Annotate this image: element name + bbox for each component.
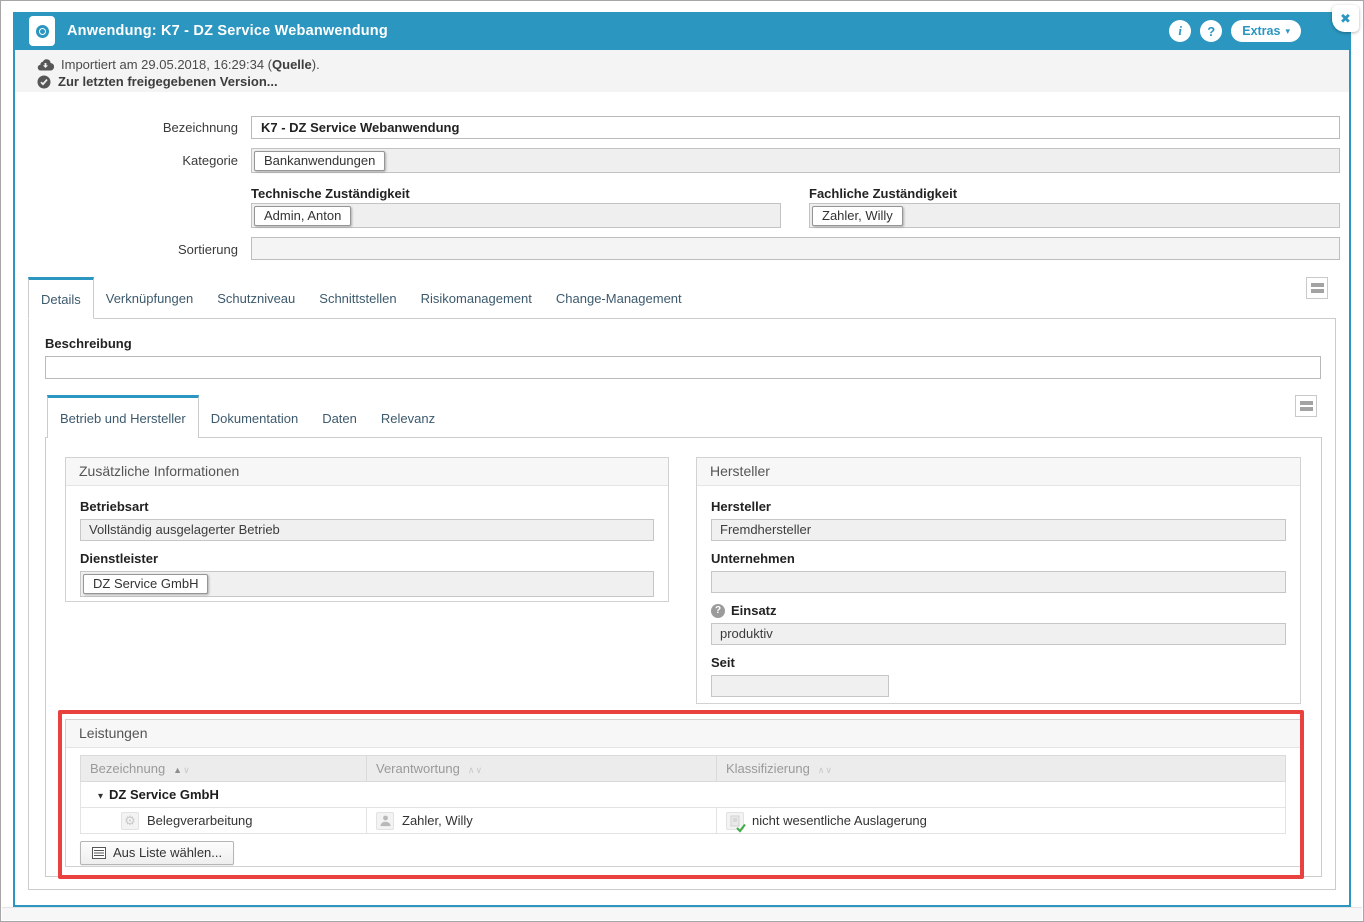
titlebar: Anwendung: K7 - DZ Service Webanwendung … <box>15 12 1349 50</box>
table-header-row: Bezeichnung▲∨ Verantwortung∧∨ Klassifizi… <box>81 756 1286 782</box>
column-verantwortung[interactable]: Verantwortung∧∨ <box>367 756 717 782</box>
subtab-layout-toggle-button[interactable] <box>1295 395 1317 417</box>
subtab-dokumentation[interactable]: Dokumentation <box>199 395 310 438</box>
tab-details[interactable]: Details <box>28 277 94 319</box>
dienstleister-field[interactable]: DZ Service GmbH <box>80 571 654 597</box>
close-button[interactable]: ✖ <box>1332 5 1359 32</box>
technische-zustaendigkeit-label: Technische Zuständigkeit <box>251 186 410 201</box>
person-icon <box>376 812 394 830</box>
help-icon[interactable]: ? <box>1200 20 1222 42</box>
app-window: Anwendung: K7 - DZ Service Webanwendung … <box>13 12 1351 907</box>
einsatz-label-row: ? Einsatz <box>711 603 1286 618</box>
fieldset-title: Hersteller <box>697 458 1300 486</box>
fieldset-title: Leistungen <box>66 720 1300 748</box>
sort-icons[interactable]: ∧∨ <box>468 765 483 775</box>
table-row[interactable]: ⚙ Belegverarbeitung <box>81 808 1286 834</box>
tab-change-management[interactable]: Change-Management <box>544 276 694 318</box>
sortierung-input[interactable] <box>251 237 1340 260</box>
service-gear-icon: ⚙ <box>121 812 139 830</box>
bezeichnung-input[interactable] <box>251 116 1340 139</box>
unternehmen-label: Unternehmen <box>711 551 1286 566</box>
subtab-betrieb-und-hersteller[interactable]: Betrieb und Hersteller <box>47 395 199 438</box>
subtab-relevanz[interactable]: Relevanz <box>369 395 447 438</box>
tab-verknuepfungen[interactable]: Verknüpfungen <box>94 276 205 318</box>
main-tabs: Details Verknüpfungen Schutzniveau Schni… <box>15 274 1349 318</box>
dienstleister-label: Dienstleister <box>80 551 654 566</box>
column-klassifizierung[interactable]: Klassifizierung∧∨ <box>717 756 1286 782</box>
application-icon <box>29 16 55 46</box>
caret-down-icon: ▾ <box>1285 26 1290 37</box>
column-bezeichnung[interactable]: Bezeichnung▲∨ <box>81 756 367 782</box>
horizontal-scrollbar-track[interactable] <box>2 907 1362 920</box>
tab-schnittstellen[interactable]: Schnittstellen <box>307 276 408 318</box>
betriebsart-label: Betriebsart <box>80 499 654 514</box>
kategorie-label: Kategorie <box>55 153 238 168</box>
tab-risikomanagement[interactable]: Risikomanagement <box>409 276 544 318</box>
quelle-link[interactable]: Quelle <box>272 57 312 72</box>
version-line: Zur letzten freigegebenen Version... <box>37 74 1327 89</box>
extras-button[interactable]: Extras ▾ <box>1231 20 1301 42</box>
kategorie-chip[interactable]: Bankanwendungen <box>254 151 385 171</box>
details-panel: Beschreibung Betrieb und Hersteller Doku… <box>28 318 1336 890</box>
leistungen-fieldset: Leistungen Bezeichnung▲∨ Verantw <box>65 719 1301 867</box>
beschreibung-label: Beschreibung <box>45 336 132 351</box>
aus-liste-waehlen-button[interactable]: Aus Liste wählen... <box>80 841 234 865</box>
einsatz-help-icon[interactable]: ? <box>711 604 725 618</box>
sortierung-label: Sortierung <box>55 242 238 257</box>
beschreibung-input[interactable] <box>45 356 1321 379</box>
zusaetzliche-informationen-fieldset: Zusätzliche Informationen Betriebsart Vo… <box>65 457 669 602</box>
bezeichnung-label: Bezeichnung <box>55 120 238 135</box>
collapse-caret-icon[interactable]: ▾ <box>98 791 103 802</box>
technische-zustaendigkeit-chip[interactable]: Admin, Anton <box>254 206 351 226</box>
subtab-daten[interactable]: Daten <box>310 395 369 438</box>
unternehmen-field <box>711 571 1286 593</box>
sort-icons[interactable]: ∧∨ <box>818 765 833 775</box>
imported-text: Importiert am 29.05.2018, 16:29:34 (Quel… <box>61 57 320 72</box>
technische-zustaendigkeit-field[interactable]: Admin, Anton <box>251 203 781 228</box>
cloud-import-icon <box>37 58 54 71</box>
close-icon: ✖ <box>1340 11 1351 27</box>
tab-schutzniveau[interactable]: Schutzniveau <box>205 276 307 318</box>
application-form: Bezeichnung Kategorie Bankanwendungen Te… <box>15 92 1349 274</box>
fachliche-zustaendigkeit-label: Fachliche Zuständigkeit <box>809 186 957 201</box>
einsatz-label: Einsatz <box>731 603 777 618</box>
hersteller-label: Hersteller <box>711 499 1286 514</box>
fachliche-zustaendigkeit-field[interactable]: Zahler, Willy <box>809 203 1340 228</box>
last-released-version-link[interactable]: Zur letzten freigegebenen Version... <box>58 74 278 89</box>
leistungen-table: Bezeichnung▲∨ Verantwortung∧∨ Klassifizi… <box>80 755 1286 834</box>
sort-icons[interactable]: ▲∨ <box>173 765 191 775</box>
layout-toggle-button[interactable] <box>1306 277 1328 299</box>
fieldset-title: Zusätzliche Informationen <box>66 458 668 486</box>
detail-subtabs: Betrieb und Hersteller Dokumentation Dat… <box>47 394 1285 438</box>
group-row-dz-service[interactable]: ▾DZ Service GmbH <box>81 782 1286 808</box>
check-circle-icon <box>37 75 51 89</box>
hersteller-field: Fremdhersteller <box>711 519 1286 541</box>
list-icon <box>92 847 106 859</box>
info-icon[interactable]: i <box>1169 20 1191 42</box>
window-title: Anwendung: K7 - DZ Service Webanwendung <box>67 23 388 39</box>
titlebar-actions: i ? Extras ▾ <box>1169 20 1335 42</box>
seit-field <box>711 675 889 697</box>
fachliche-zustaendigkeit-chip[interactable]: Zahler, Willy <box>812 206 903 226</box>
einsatz-field: produktiv <box>711 623 1286 645</box>
betriebsart-field: Vollständig ausgelagerter Betrieb <box>80 519 654 541</box>
imported-line: Importiert am 29.05.2018, 16:29:34 (Quel… <box>37 57 1327 72</box>
dienstleister-chip[interactable]: DZ Service GmbH <box>83 574 208 594</box>
kategorie-field[interactable]: Bankanwendungen <box>251 148 1340 173</box>
classification-check-icon <box>726 812 744 830</box>
hersteller-fieldset: Hersteller Hersteller Fremdhersteller Un… <box>696 457 1301 704</box>
import-infobar: Importiert am 29.05.2018, 16:29:34 (Quel… <box>15 50 1349 92</box>
page: Anwendung: K7 - DZ Service Webanwendung … <box>0 0 1364 922</box>
seit-label: Seit <box>711 655 1286 670</box>
betrieb-und-hersteller-panel: Zusätzliche Informationen Betriebsart Vo… <box>45 437 1322 877</box>
